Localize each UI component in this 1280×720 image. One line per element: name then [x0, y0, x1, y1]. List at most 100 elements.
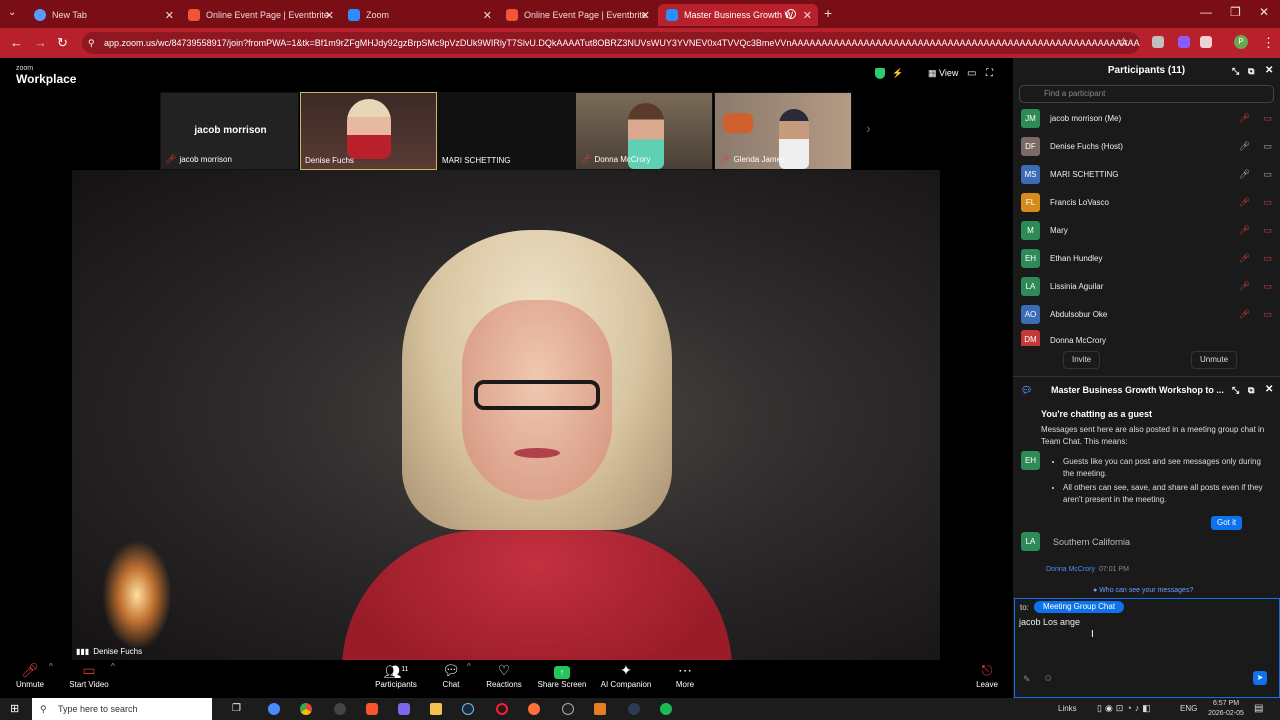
app-icon[interactable] — [562, 703, 574, 715]
spotify-icon[interactable] — [660, 703, 672, 715]
app-icon[interactable] — [268, 703, 280, 715]
video-off-icon[interactable]: ▭ — [1263, 309, 1272, 320]
participant-row[interactable]: LA Lissinia Aguilar 🎤︎ ▭ — [1013, 272, 1280, 300]
tab-zoom[interactable]: Zoom ✕ — [340, 4, 498, 26]
popout-icon[interactable]: ⧉ — [1248, 58, 1254, 84]
menu-kebab-icon[interactable]: ⋮ — [1262, 35, 1275, 51]
opera-icon[interactable] — [496, 703, 508, 715]
video-off-icon[interactable]: ▭ — [1263, 197, 1272, 208]
app-icon[interactable] — [334, 703, 346, 715]
extension-icon[interactable] — [1152, 36, 1164, 48]
profile-avatar[interactable]: P — [1234, 35, 1248, 49]
tab-eventbrite-2[interactable]: Online Event Page | Eventbrite ✕ — [498, 4, 656, 26]
recipient-pill[interactable]: Meeting Group Chat — [1034, 601, 1125, 613]
collapse-icon[interactable]: ⤡ — [1232, 58, 1239, 84]
puzzle-icon[interactable] — [1200, 36, 1212, 48]
participant-row[interactable]: FL Francis LoVasco 🎤︎ ▭ — [1013, 188, 1280, 216]
tab-new-tab[interactable]: New Tab ✕ — [26, 4, 180, 26]
tray-icons[interactable]: ▯◉⊡◔♪◧ — [1097, 703, 1154, 714]
thumbnail-mari-schetting[interactable]: MARI SCHETTING — [437, 92, 575, 170]
unmute-panel-button[interactable]: Unmute — [1191, 351, 1238, 369]
close-icon[interactable]: ✕ — [483, 9, 492, 22]
mic-muted-icon[interactable]: 🎤︎ — [1239, 113, 1250, 124]
participant-row[interactable]: DF Denise Fuchs (Host) 🎤︎ ▭ — [1013, 132, 1280, 160]
chat-draft-input[interactable]: jacob Los ange — [1019, 617, 1080, 627]
chevron-up-icon[interactable]: ^ — [467, 662, 471, 671]
close-icon[interactable]: ✕ — [1265, 380, 1273, 400]
signal-icon[interactable]: ⚡ — [892, 68, 903, 79]
extension-icon[interactable] — [1178, 36, 1190, 48]
video-off-icon[interactable]: ▭ — [1263, 253, 1272, 264]
chevron-up-icon[interactable]: ^ — [49, 662, 53, 671]
participant-row[interactable]: JM jacob morrison (Me) 🎤︎ ▭ — [1013, 104, 1280, 132]
reactions-button[interactable]: ♡ Reactions — [484, 660, 524, 689]
close-icon[interactable]: ✕ — [325, 9, 334, 22]
video-off-icon[interactable]: ▭ — [1263, 113, 1272, 124]
close-icon[interactable]: ✕ — [1265, 58, 1273, 84]
participant-search-input[interactable]: Find a participant — [1019, 85, 1274, 103]
send-icon[interactable]: ➤ — [1253, 671, 1267, 685]
language-indicator[interactable]: ENG — [1180, 704, 1197, 713]
mic-icon[interactable]: 🎤︎ — [1239, 141, 1250, 152]
taskbar-search-input[interactable]: ⚲ Type here to search — [32, 698, 212, 720]
layout-icon[interactable]: ▭ — [967, 68, 976, 79]
window-close-icon[interactable]: ✕ — [1259, 5, 1269, 19]
mic-muted-icon[interactable]: 🎤︎ — [1239, 225, 1250, 236]
got-it-button[interactable]: Got it — [1211, 516, 1243, 530]
participants-button[interactable]: 👥︎11 Participants — [372, 660, 420, 689]
mic-muted-icon[interactable]: 🎤︎ — [1239, 197, 1250, 208]
chevron-right-icon[interactable]: › — [866, 120, 871, 136]
minimize-icon[interactable]: — — [1200, 5, 1212, 19]
participant-row[interactable]: M Mary 🎤︎ ▭ — [1013, 216, 1280, 244]
back-icon[interactable]: ← — [10, 35, 23, 50]
windows-start-icon[interactable]: ⊞ — [10, 702, 19, 715]
tab-search-icon[interactable]: ⌄ — [8, 7, 16, 18]
video-icon[interactable]: ▭ — [1263, 141, 1272, 152]
view-button[interactable]: ▦ View — [928, 68, 958, 79]
sender-name[interactable]: Donna McCrory — [1046, 566, 1095, 573]
ai-companion-button[interactable]: ✦ AI Companion — [598, 660, 654, 689]
thumbnail-donna-mccrory[interactable]: 🎤︎ Donna McCrory — [575, 92, 713, 170]
close-icon[interactable]: ✕ — [641, 9, 650, 22]
video-icon[interactable]: ▭ — [1263, 169, 1272, 180]
start-video-button[interactable]: ▭ Start Video — [66, 660, 112, 689]
popout-icon[interactable]: ⧉ — [1248, 380, 1254, 400]
thumbnail-jacob-morrison[interactable]: jacob morrison 🎤︎ jacob morrison — [160, 92, 299, 170]
restore-icon[interactable]: ❐ — [1230, 5, 1241, 19]
url-input[interactable]: ⚲ app.zoom.us/wc/84739558917/join?fromPW… — [82, 32, 1140, 54]
clock[interactable]: 6:57 PM 2026-02-05 — [1206, 698, 1246, 719]
chrome-icon[interactable] — [300, 703, 312, 715]
forward-icon[interactable]: → — [34, 35, 47, 50]
participant-row[interactable]: MS MARI SCHETTING 🎤︎ ▭ — [1013, 160, 1280, 188]
tab-master-business[interactable]: Master Business Growth W ✕ — [658, 4, 818, 26]
chevron-up-icon[interactable]: ^ — [111, 662, 115, 671]
shield-icon[interactable] — [875, 68, 885, 79]
participant-row[interactable]: AO Abdulsobur Oke 🎤︎ ▭ — [1013, 300, 1280, 328]
mic-muted-icon[interactable]: 🎤︎ — [1239, 309, 1250, 320]
participant-row[interactable]: EH Ethan Hundley 🎤︎ ▭ — [1013, 244, 1280, 272]
chat-button[interactable]: 💬︎ Chat — [436, 660, 466, 689]
leave-button[interactable]: ⎋ Leave — [972, 660, 1002, 689]
more-button[interactable]: ⋯ More — [670, 660, 700, 689]
brave-icon[interactable] — [366, 703, 378, 715]
invite-button[interactable]: Invite — [1063, 351, 1101, 369]
video-off-icon[interactable]: ▭ — [1263, 225, 1272, 236]
thumbnail-denise-fuchs[interactable]: Denise Fuchs — [300, 92, 437, 170]
steam-icon[interactable] — [462, 703, 474, 715]
unmute-button[interactable]: 🎤︎ Unmute — [12, 660, 48, 689]
app-icon[interactable] — [398, 703, 410, 715]
bookmark-star-icon[interactable]: ☆ — [1118, 35, 1129, 49]
close-icon[interactable]: ✕ — [165, 9, 174, 22]
new-tab-button[interactable]: + — [824, 5, 832, 21]
collapse-icon[interactable]: ⤡ — [1232, 380, 1239, 400]
mic-icon[interactable]: 🎤︎ — [1239, 169, 1250, 180]
reload-icon[interactable]: ↻ — [57, 35, 68, 51]
video-off-icon[interactable]: ▭ — [1263, 281, 1272, 292]
thumbnail-glenda-james[interactable]: 🎤︎ Glenda James — [714, 92, 852, 170]
app-icon[interactable] — [628, 703, 640, 715]
firefox-icon[interactable] — [528, 703, 540, 715]
chat-composer[interactable]: to: Meeting Group Chat jacob Los ange I … — [1014, 598, 1280, 698]
links-toolbar[interactable]: Links — [1058, 704, 1077, 713]
mic-muted-icon[interactable]: 🎤︎ — [1239, 253, 1250, 264]
format-icon[interactable]: ✎ — [1023, 674, 1031, 685]
